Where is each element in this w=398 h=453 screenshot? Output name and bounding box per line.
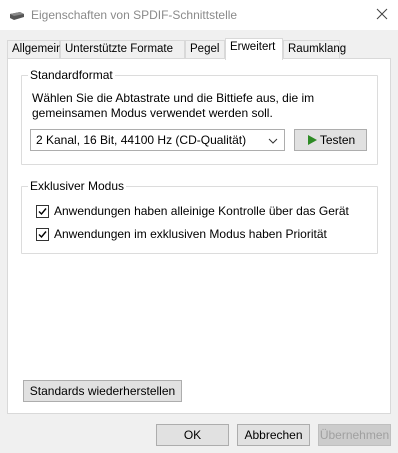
standardformat-description: Wählen Sie die Abtastrate und die Bittie… <box>32 91 315 120</box>
checkmark-icon <box>38 208 47 216</box>
exclusive-mode-group: Exklusiver Modus Anwendungen haben allei… <box>21 179 378 254</box>
test-button[interactable]: Testen <box>294 129 367 151</box>
standardformat-title: Standardformat <box>28 68 115 82</box>
apply-button[interactable]: Übernehmen <box>318 424 391 446</box>
play-icon <box>306 134 318 146</box>
restore-defaults-button[interactable]: Standards wiederherstellen <box>23 380 182 402</box>
title-bar: Eigenschaften von SPDIF-Schnittstelle <box>0 0 398 30</box>
checkmark-icon <box>38 231 47 239</box>
window-title: Eigenschaften von SPDIF-Schnittstelle <box>31 8 238 22</box>
test-button-label: Testen <box>319 133 356 147</box>
tab-pegel[interactable]: Pegel <box>185 40 225 59</box>
exclusive-priority-label: Anwendungen im exklusiven Modus haben Pr… <box>54 227 327 241</box>
chevron-down-icon <box>268 135 278 145</box>
speaker-device-icon <box>9 10 25 20</box>
exclusive-control-label: Anwendungen haben alleinige Kontrolle üb… <box>54 204 349 218</box>
exclusive-priority-checkbox[interactable] <box>36 228 49 241</box>
close-button[interactable] <box>366 0 398 30</box>
tab-erweitert[interactable]: Erweitert <box>225 38 283 60</box>
tab-panel-erweitert: Standardformat Wählen Sie die Abtastrate… <box>7 58 391 414</box>
standardformat-group: Standardformat Wählen Sie die Abtastrate… <box>21 68 378 165</box>
format-select[interactable]: 2 Kanal, 16 Bit, 44100 Hz (CD-Qualität) <box>30 129 285 151</box>
ok-button[interactable]: OK <box>156 424 229 446</box>
exclusive-mode-title: Exklusiver Modus <box>28 179 127 193</box>
cancel-button[interactable]: Abbrechen <box>237 424 310 446</box>
tab-raumklang[interactable]: Raumklang <box>283 40 346 59</box>
format-select-value: 2 Kanal, 16 Bit, 44100 Hz (CD-Qualität) <box>36 133 247 147</box>
exclusive-control-checkbox[interactable] <box>36 205 49 218</box>
close-icon <box>376 8 388 23</box>
tab-unterstuetzte-formate[interactable]: Unterstützte Formate <box>60 40 185 59</box>
tab-allgemein[interactable]: Allgemein <box>7 40 63 59</box>
